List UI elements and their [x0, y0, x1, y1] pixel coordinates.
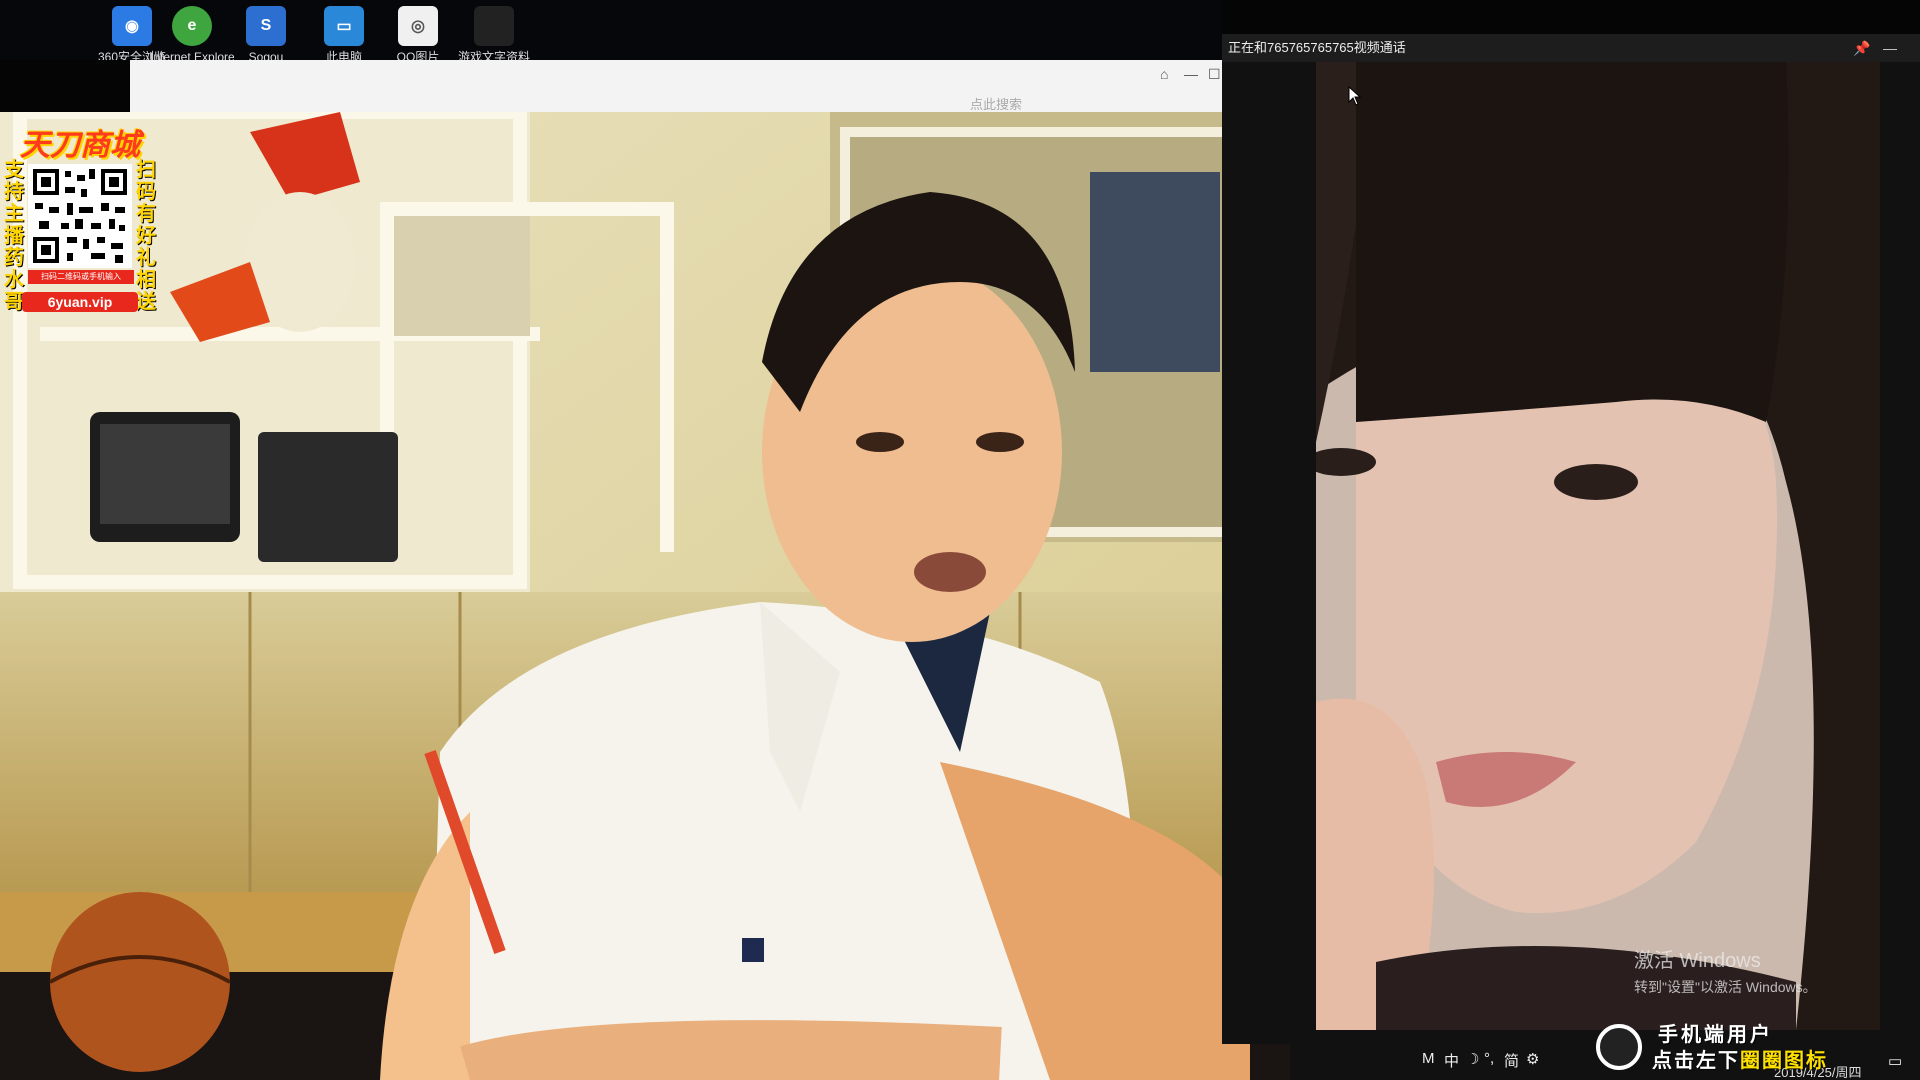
minimize-button[interactable]: — [1876, 34, 1904, 62]
desktop-icon-ie[interactable]: e Internet Explorer [150, 6, 234, 60]
mobile-promo-line1: 手机端用户 [1658, 1022, 1773, 1046]
desktop-icon-sogou[interactable]: S Sogou [224, 6, 308, 60]
remote-video-feed [1316, 62, 1880, 1030]
webcam-scene [0, 112, 1290, 1080]
mobile-promo-line2-prefix: 点击左下 [1652, 1048, 1740, 1072]
mobile-promo-line2: 点击左下圈圈图标 [1652, 1044, 1828, 1073]
qr-caption: 扫码二维码或手机输入 [28, 270, 134, 284]
promo-overlay[interactable]: 天刀商城 支持主播药水哥 扫码有好礼相送 扫码二维码或手机输入 6yuan.vi… [0, 120, 160, 316]
ime-punct-icon[interactable]: °, [1484, 1050, 1494, 1067]
image-icon: ◎ [398, 6, 438, 46]
ime-mode-icon[interactable]: M [1422, 1050, 1435, 1067]
mobile-promo-line2-highlight: 圈圈图标 [1740, 1048, 1828, 1072]
watermark-line1: 激活 Windows [1634, 950, 1761, 972]
promo-right-text: 扫码有好礼相送 [136, 157, 156, 313]
circle-icon[interactable] [1596, 1024, 1642, 1070]
ime-moon-icon[interactable]: ☽ [1466, 1050, 1479, 1068]
qr-code[interactable] [28, 164, 132, 268]
sogou-icon: S [246, 6, 286, 46]
desktop-icon-image[interactable]: ◎ QQ图片 [376, 6, 460, 60]
document-icon [474, 6, 514, 46]
computer-icon: ▭ [324, 6, 364, 46]
remote-video-scene [1316, 62, 1880, 1030]
background-browser-window[interactable]: ⌂ — ☐ 点此搜索 [130, 60, 1222, 114]
pin-button[interactable]: 📌 [1848, 34, 1876, 62]
activation-watermark: 激活 Windows 转到"设置"以激活 Windows。 [1634, 944, 1817, 997]
desktop-icon-label: 游戏文字资料 [457, 50, 530, 60]
ie-icon: e [172, 6, 212, 46]
watermark-line2: 转到"设置"以激活 Windows。 [1634, 979, 1817, 995]
mobile-user-promo[interactable]: 手机端用户 点击左下圈圈图标 [1596, 1016, 1852, 1080]
ime-simplified-toggle[interactable]: 简 [1504, 1050, 1519, 1071]
screen: ◉ 360安全浏览 e Internet Explorer S Sogou ▭ … [0, 0, 1920, 1080]
search-input[interactable]: 点此搜索 [970, 94, 1022, 113]
promo-brand-logo: 天刀商城 [20, 128, 140, 163]
ime-settings-icon[interactable]: ⚙ [1526, 1050, 1539, 1068]
promo-url[interactable]: 6yuan.vip [22, 292, 138, 312]
desktop-icon-label: Sogou [248, 50, 284, 60]
home-icon[interactable]: ⌂ [1160, 66, 1168, 82]
desktop-icon-label: QQ图片 [396, 50, 440, 60]
desktop-icon-computer[interactable]: ▭ 此电脑 [302, 6, 386, 60]
call-titlebar[interactable]: 正在和7657657657​65视频通话 📌 — [1222, 34, 1920, 62]
promo-left-text: 支持主播药水哥 [4, 157, 24, 313]
desktop-icon-label: 此电脑 [325, 50, 362, 60]
call-title: 正在和7657657657​65视频通话 [1228, 40, 1406, 55]
minimize-button[interactable]: — [1184, 66, 1198, 82]
desktop-icon-document[interactable]: 游戏文字资料 [452, 6, 536, 60]
video-call-window[interactable]: 正在和7657657657​65视频通话 📌 — [1222, 34, 1920, 1044]
streamer-webcam: 天刀商城 支持主播药水哥 扫码有好礼相送 扫码二维码或手机输入 6yuan.vi… [0, 112, 1290, 1080]
desktop-icon-label: Internet Explorer [150, 50, 234, 60]
qr-code-icon [31, 167, 129, 265]
desktop-strip: ◉ 360安全浏览 e Internet Explorer S Sogou ▭ … [0, 0, 1222, 60]
notification-icon[interactable]: ▭ [1888, 1052, 1902, 1070]
mouse-cursor-icon [1348, 85, 1362, 111]
browser-icon: ◉ [112, 6, 152, 46]
ime-chinese-toggle[interactable]: 中 [1444, 1050, 1459, 1071]
maximize-button[interactable]: ☐ [1208, 66, 1221, 83]
